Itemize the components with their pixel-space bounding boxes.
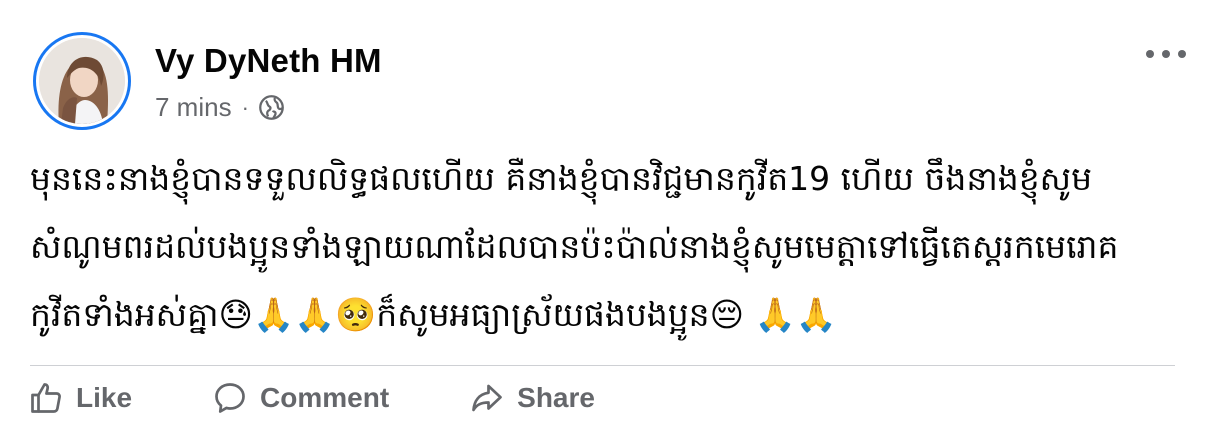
post-text-line-emoji: កូវីតទាំងអស់គ្នា😓🙏🙏🥺ក៏សូមអធ្យាស្រ័យផងបងប… xyxy=(30,281,1180,349)
share-label: Share xyxy=(517,382,595,413)
post-text-line: សំណូមពរដល់បងប្អូនទាំងឡាយណាដែលបានប៉ះប៉ាល់… xyxy=(30,227,1119,266)
more-options-button[interactable] xyxy=(1146,42,1186,66)
thumbs-up-icon xyxy=(31,383,61,413)
post-text-segment: កូវីតទាំងអស់គ្នា xyxy=(30,295,219,334)
post-timestamp[interactable]: 7 mins xyxy=(155,92,232,123)
author-name[interactable]: Vy DyNeth HM xyxy=(155,42,382,80)
post-text-segment: ក៏សូមអធ្យាស្រ័យផងបងប្អូន xyxy=(376,295,710,334)
comment-icon xyxy=(215,383,245,413)
avatar[interactable] xyxy=(33,32,131,130)
post-text: មុននេះនាងខ្ញុំបានទទួលលិទ្ធផលហើយ គឺនាងខ្ញ… xyxy=(30,145,1180,349)
pleading-face-emoji: 🥺 xyxy=(335,295,377,334)
avatar-image xyxy=(39,38,125,124)
folded-hands-emoji: 🙏 xyxy=(294,295,336,334)
post-card: Vy DyNeth HM 7 mins · មុននេះនាងខ្ញុំបានទ… xyxy=(0,0,1208,445)
post-meta: 7 mins · xyxy=(155,92,285,123)
sweat-emoji: 😓 xyxy=(218,295,253,334)
more-dot-icon xyxy=(1146,50,1154,58)
more-dot-icon xyxy=(1162,50,1170,58)
meta-separator: · xyxy=(241,94,249,120)
globe-icon[interactable] xyxy=(258,94,285,121)
like-label: Like xyxy=(76,382,133,413)
share-button[interactable]: Share xyxy=(469,380,595,416)
comment-label: Comment xyxy=(260,382,390,413)
like-button[interactable]: Like xyxy=(28,380,132,416)
folded-hands-emoji: 🙏 xyxy=(795,295,837,334)
post-actions: Like Comment Share xyxy=(28,380,595,416)
folded-hands-emoji: 🙏 xyxy=(754,295,796,334)
actions-divider xyxy=(30,365,1175,366)
post-text-line: មុននេះនាងខ្ញុំបានទទួលលិទ្ធផលហើយ គឺនាងខ្ញ… xyxy=(30,159,1093,198)
comment-button[interactable]: Comment xyxy=(212,380,389,416)
more-dot-icon xyxy=(1178,50,1186,58)
share-arrow-icon xyxy=(472,384,503,412)
folded-hands-emoji: 🙏 xyxy=(252,295,295,334)
pensive-emoji: 😔 xyxy=(709,295,745,334)
